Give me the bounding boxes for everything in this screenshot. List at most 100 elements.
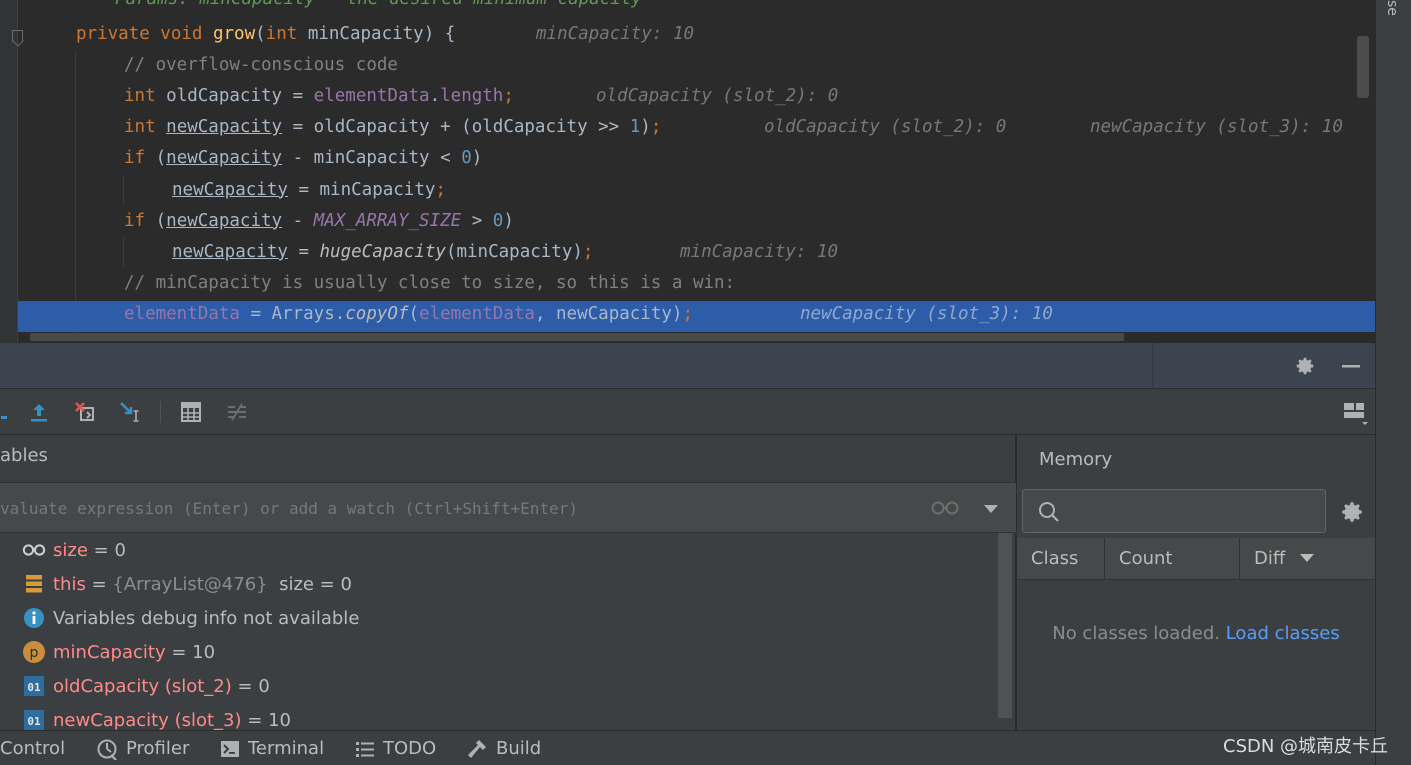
code-line[interactable]: // overflow-conscious code: [124, 50, 398, 81]
trace-stream-icon[interactable]: [222, 397, 252, 427]
inline-debug-hint: minCapacity: 10: [536, 24, 695, 44]
layout-settings-icon[interactable]: [1340, 397, 1370, 427]
code-token: grow: [212, 24, 256, 44]
variable-row[interactable]: p minCapacity = 10: [0, 635, 998, 669]
variable-text: Variables debug info not available: [53, 608, 359, 629]
drop-frame-icon[interactable]: [70, 397, 100, 427]
variable-row[interactable]: size = 0: [0, 533, 998, 567]
editor-gutter[interactable]: [0, 0, 23, 343]
code-line[interactable]: newCapacity = hugeCapacity(minCapacity);: [172, 237, 593, 268]
evaluate-expression-icon[interactable]: [176, 397, 206, 427]
code-token: hugeCapacity: [319, 241, 446, 262]
indent-guide: [75, 50, 76, 335]
column-count[interactable]: Count: [1105, 538, 1240, 580]
inline-debug-hint: oldCapacity (slot_2): 0: [764, 117, 1007, 138]
watch-glasses-icon[interactable]: [930, 498, 960, 522]
variable-value: 10: [192, 641, 216, 663]
primitive-icon: 01: [22, 674, 46, 698]
toolwindow-todo[interactable]: TODO: [355, 731, 436, 765]
column-class[interactable]: Class: [1017, 538, 1105, 580]
code-token: ;: [650, 117, 662, 138]
code-token: 0: [492, 210, 504, 231]
variable-name: newCapacity (slot_3): [53, 709, 242, 731]
step-partial-icon[interactable]: [0, 397, 18, 427]
code-token: minCapacity) {: [307, 24, 456, 44]
variable-text: size = 0: [53, 540, 126, 561]
settings-gear-icon[interactable]: [1290, 351, 1320, 381]
code-line[interactable]: newCapacity = minCapacity;: [172, 175, 446, 206]
code-area[interactable]: * Params: minCapacity – the desired mini…: [28, 0, 1343, 324]
toolwindow-profiler[interactable]: Profiler: [96, 731, 189, 765]
right-strip-label[interactable]: se: [1384, 0, 1400, 16]
toolwindow-label: Control: [0, 738, 66, 759]
watch-glasses-icon: [22, 538, 46, 562]
variable-row[interactable]: 01 newCapacity (slot_3) = 10: [0, 703, 998, 730]
right-tool-strip[interactable]: se: [1375, 0, 1411, 765]
minimize-icon[interactable]: [1336, 351, 1366, 381]
code-token: , newCapacity): [534, 303, 683, 324]
code-token: copyOf: [345, 303, 409, 324]
code-token: 0: [461, 148, 472, 169]
variable-row[interactable]: Variables debug info not available: [0, 601, 998, 635]
code-token: ;: [435, 179, 446, 200]
step-out-icon[interactable]: [24, 397, 54, 427]
code-token: = Arrays.: [239, 303, 346, 324]
code-token: elementData: [419, 303, 535, 324]
variables-tree[interactable]: size = 0 this = {ArrayList@476} size = 0 V…: [0, 533, 998, 730]
variables-title-row: ables: [0, 435, 1016, 483]
svg-text:01: 01: [27, 681, 41, 694]
toolwindow-build[interactable]: Build: [466, 731, 541, 765]
variable-name: this: [53, 573, 86, 595]
vertical-scrollbar[interactable]: [1357, 36, 1369, 98]
svg-text:01: 01: [27, 715, 41, 728]
code-token: elementData: [313, 86, 430, 107]
fold-marker-icon[interactable]: [12, 30, 23, 42]
code-line[interactable]: if (newCapacity - minCapacity < 0): [124, 143, 482, 174]
variable-reference: {ArrayList@476}: [112, 573, 268, 595]
code-token: ): [640, 117, 651, 138]
variable-equals: =: [165, 641, 193, 663]
code-line[interactable]: elementData = Arrays.copyOf(elementData,…: [124, 299, 693, 330]
memory-search-field[interactable]: [1022, 489, 1326, 533]
code-line[interactable]: if (newCapacity - MAX_ARRAY_SIZE > 0): [124, 206, 514, 237]
no-classes-text: No classes loaded.: [1052, 623, 1220, 644]
horizontal-scrollbar[interactable]: [30, 333, 1124, 341]
memory-empty-message: No classes loaded. Load classes: [1017, 623, 1375, 644]
code-token: private void: [76, 24, 213, 44]
history-dropdown-chevron-down-icon[interactable]: [982, 501, 1000, 520]
code-line[interactable]: private void grow(int minCapacity) {: [76, 19, 455, 50]
code-editor[interactable]: * Params: minCapacity – the desired mini…: [0, 0, 1375, 343]
variable-value: 0: [114, 539, 126, 561]
toolwindow-label: TODO: [383, 738, 437, 759]
evaluate-expression-input[interactable]: [0, 483, 920, 533]
toolwindow-control[interactable]: Control: [0, 731, 65, 765]
code-line[interactable]: int oldCapacity = elementData.length;: [124, 81, 514, 112]
toolwindow-terminal[interactable]: Terminal: [220, 731, 324, 765]
variables-scrollbar[interactable]: [998, 533, 1012, 718]
variable-value: 0: [258, 675, 270, 697]
run-to-cursor-icon[interactable]: [116, 397, 146, 427]
memory-table-header: Class Count Diff: [1017, 538, 1375, 580]
code-token: (: [255, 24, 266, 44]
variable-text: this = {ArrayList@476} size = 0: [53, 574, 352, 595]
memory-settings-gear-icon[interactable]: [1337, 497, 1367, 527]
load-classes-link[interactable]: Load classes: [1226, 623, 1340, 644]
code-token: (: [408, 303, 420, 324]
code-line[interactable]: // minCapacity is usually close to size,…: [124, 268, 735, 299]
variable-row[interactable]: this = {ArrayList@476} size = 0: [0, 567, 998, 601]
toolwindow-label: Terminal: [248, 738, 325, 759]
toolwindow-label: Build: [496, 738, 542, 759]
column-diff[interactable]: Diff: [1240, 538, 1375, 580]
sort-chevron-down-icon[interactable]: [1299, 538, 1315, 580]
code-token: ;: [682, 303, 693, 324]
code-line[interactable]: int newCapacity = oldCapacity + (oldCapa…: [124, 112, 661, 143]
variable-row[interactable]: 01 oldCapacity (slot_2) = 0: [0, 669, 998, 703]
variable-equals: =: [241, 709, 269, 731]
parameter-icon: p: [22, 640, 46, 664]
variables-title: ables: [0, 445, 48, 466]
svg-text:p: p: [30, 645, 39, 661]
javadoc-line: * Params: minCapacity – the desired mini…: [94, 0, 642, 15]
variable-text: minCapacity = 10: [53, 642, 215, 663]
code-token: elementData: [124, 303, 240, 324]
